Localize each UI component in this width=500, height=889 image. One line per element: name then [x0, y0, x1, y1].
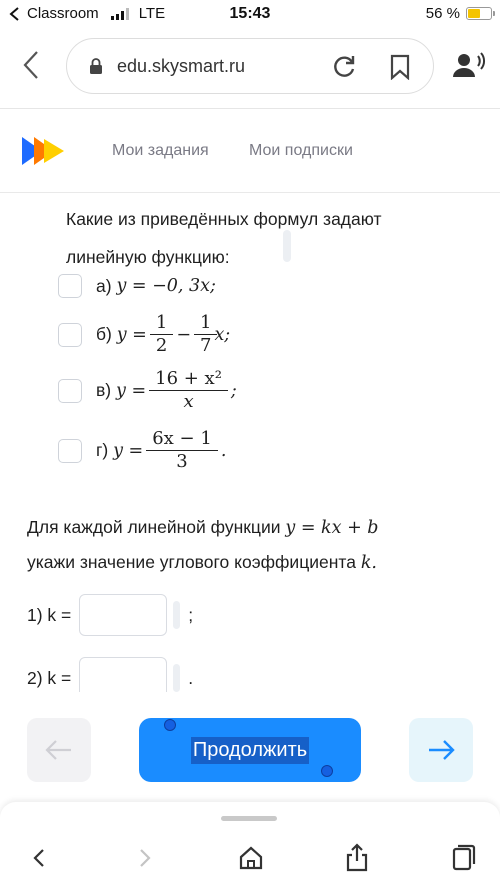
share-icon[interactable]	[342, 842, 372, 874]
task1-prompt-line2: линейную функцию:	[66, 247, 230, 267]
arrow-right-icon	[429, 740, 455, 760]
answer-1-suffix: ;	[188, 604, 194, 625]
drag-handle[interactable]	[173, 664, 181, 692]
divider	[0, 108, 500, 109]
option-b-prefix: y =	[116, 324, 147, 345]
arrow-left-icon	[45, 740, 71, 760]
lock-icon	[90, 58, 102, 74]
browser-back-icon[interactable]	[20, 50, 44, 80]
option-b-label: б)	[96, 324, 112, 344]
drag-handle[interactable]	[173, 601, 181, 629]
status-right: 56 %	[425, 5, 495, 22]
option-d-checkbox[interactable]	[58, 438, 82, 463]
option-c-suffix: ;	[230, 380, 237, 401]
option-b-fraction-1: 1 2	[149, 312, 174, 357]
answer-row-1: 1) k = ;	[27, 594, 193, 636]
option-c-checkbox[interactable]	[58, 378, 82, 403]
toolbar-grabber[interactable]	[221, 816, 277, 821]
url-text: edu.skysmart.ru	[117, 56, 246, 76]
selection-handle[interactable]	[321, 765, 333, 777]
address-bar[interactable]: edu.skysmart.ru	[66, 38, 434, 94]
home-icon[interactable]	[236, 842, 266, 874]
nav-forward-icon[interactable]	[130, 842, 160, 874]
option-b-minus: −	[176, 324, 191, 345]
fraction-numerator: 1	[155, 312, 168, 333]
tabs-icon[interactable]	[448, 842, 478, 874]
task1-prompt-line1: Какие из приведённых формул задают	[66, 209, 382, 229]
task2-line1-text: Для каждой линейной функции	[27, 517, 286, 537]
task2-line2-text: укажи значение углового коэффициента	[27, 552, 361, 572]
battery-percent: 56 %	[425, 5, 460, 22]
continue-button[interactable]: Продолжить	[139, 718, 361, 782]
option-d-prefix: y =	[113, 440, 144, 461]
option-b-suffix: x;	[214, 324, 231, 345]
fraction-denominator: 2	[155, 335, 168, 356]
option-d-suffix: .	[220, 440, 227, 461]
site-header: Мои задания Мои подписки	[0, 118, 500, 188]
option-a[interactable]: а) y = −0, 3x;	[58, 274, 216, 298]
nav-my-tasks[interactable]: Мои задания	[112, 142, 209, 160]
fraction-numerator: 16 + x²	[155, 368, 222, 389]
option-c[interactable]: в) y = 16 + x² x ;	[58, 368, 237, 413]
task2-line2-formula: k.	[360, 553, 377, 573]
task2-line1-formula: y = kx + b	[285, 518, 379, 538]
browser-bar: edu.skysmart.ru	[0, 32, 500, 102]
option-a-checkbox[interactable]	[58, 274, 82, 298]
previous-button[interactable]	[27, 718, 91, 782]
status-bar: Classroom LTE 15:43 56 %	[0, 0, 500, 28]
option-a-label: а)	[96, 275, 112, 296]
continue-label: Продолжить	[190, 736, 310, 764]
selection-handle[interactable]	[164, 719, 176, 731]
drag-handle[interactable]	[283, 230, 291, 262]
option-d-label: г)	[96, 440, 109, 460]
reader-voice-icon[interactable]	[452, 51, 486, 79]
skysmart-logo-icon[interactable]	[22, 134, 66, 168]
fraction-numerator: 6x − 1	[152, 428, 212, 449]
reload-icon[interactable]	[331, 54, 357, 80]
option-b[interactable]: б) y = 1 2 − 1 7 x;	[58, 312, 230, 357]
option-c-label: в)	[96, 380, 112, 400]
action-bar: Продолжить	[0, 692, 500, 802]
option-c-fraction: 16 + x² x	[149, 368, 228, 413]
nav-back-icon[interactable]	[24, 842, 54, 874]
answer-2-suffix: .	[188, 667, 194, 688]
task2-prompt: Для каждой линейной функции y = kx + b у…	[27, 510, 477, 580]
option-c-prefix: y =	[116, 380, 147, 401]
option-d-fraction: 6x − 1 3	[146, 428, 218, 473]
task1-prompt: Какие из приведённых формул задают линей…	[66, 200, 466, 276]
bookmark-icon[interactable]	[389, 54, 411, 80]
fraction-denominator: x	[183, 391, 194, 412]
nav-my-subscriptions[interactable]: Мои подписки	[249, 142, 353, 160]
option-a-formula: y = −0, 3x;	[116, 276, 216, 296]
browser-toolbar	[0, 802, 500, 889]
fraction-denominator: 3	[176, 451, 188, 472]
option-d[interactable]: г) y = 6x − 1 3 .	[58, 428, 226, 473]
battery-icon	[466, 7, 495, 20]
answer-1-label: 1) k =	[27, 604, 72, 625]
divider	[0, 192, 500, 193]
answer-2-label: 2) k =	[27, 667, 72, 688]
option-b-checkbox[interactable]	[58, 322, 82, 347]
answer-1-input[interactable]	[79, 594, 168, 636]
next-button[interactable]	[409, 718, 473, 782]
